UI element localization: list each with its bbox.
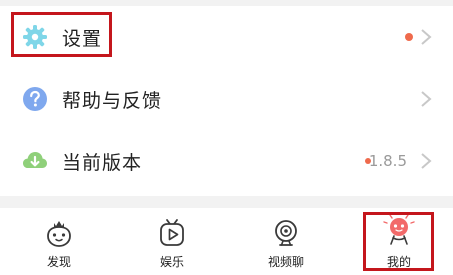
menu-item-label: 帮助与反馈 xyxy=(62,89,163,112)
notification-dot xyxy=(405,33,413,41)
menu-item-help-feedback[interactable]: 帮助与反馈 xyxy=(0,68,453,130)
tab-video-chat[interactable]: 视频聊 xyxy=(251,208,321,275)
chevron-right-icon xyxy=(421,29,432,45)
cloud-download-icon xyxy=(23,152,47,168)
tv-play-icon xyxy=(160,219,184,246)
chevron-right-icon xyxy=(421,91,432,107)
version-number: 1.8.5 xyxy=(368,152,407,170)
strawberry-icon xyxy=(47,221,71,247)
tab-label: 视频聊 xyxy=(267,255,304,269)
highlight-box-mine xyxy=(363,212,434,271)
menu-item-label: 当前版本 xyxy=(62,151,143,174)
tab-discover[interactable]: 发现 xyxy=(24,208,94,275)
webcam-icon xyxy=(275,220,297,246)
tab-label: 发现 xyxy=(46,255,71,269)
tab-entertainment[interactable]: 娱乐 xyxy=(137,208,207,275)
section-divider xyxy=(0,196,453,208)
highlight-box-settings xyxy=(11,12,112,57)
menu-item-current-version[interactable]: 当前版本 1.8.5 xyxy=(0,130,453,192)
chevron-right-icon xyxy=(421,153,432,169)
help-icon xyxy=(23,87,47,111)
tab-label: 娱乐 xyxy=(159,255,184,269)
